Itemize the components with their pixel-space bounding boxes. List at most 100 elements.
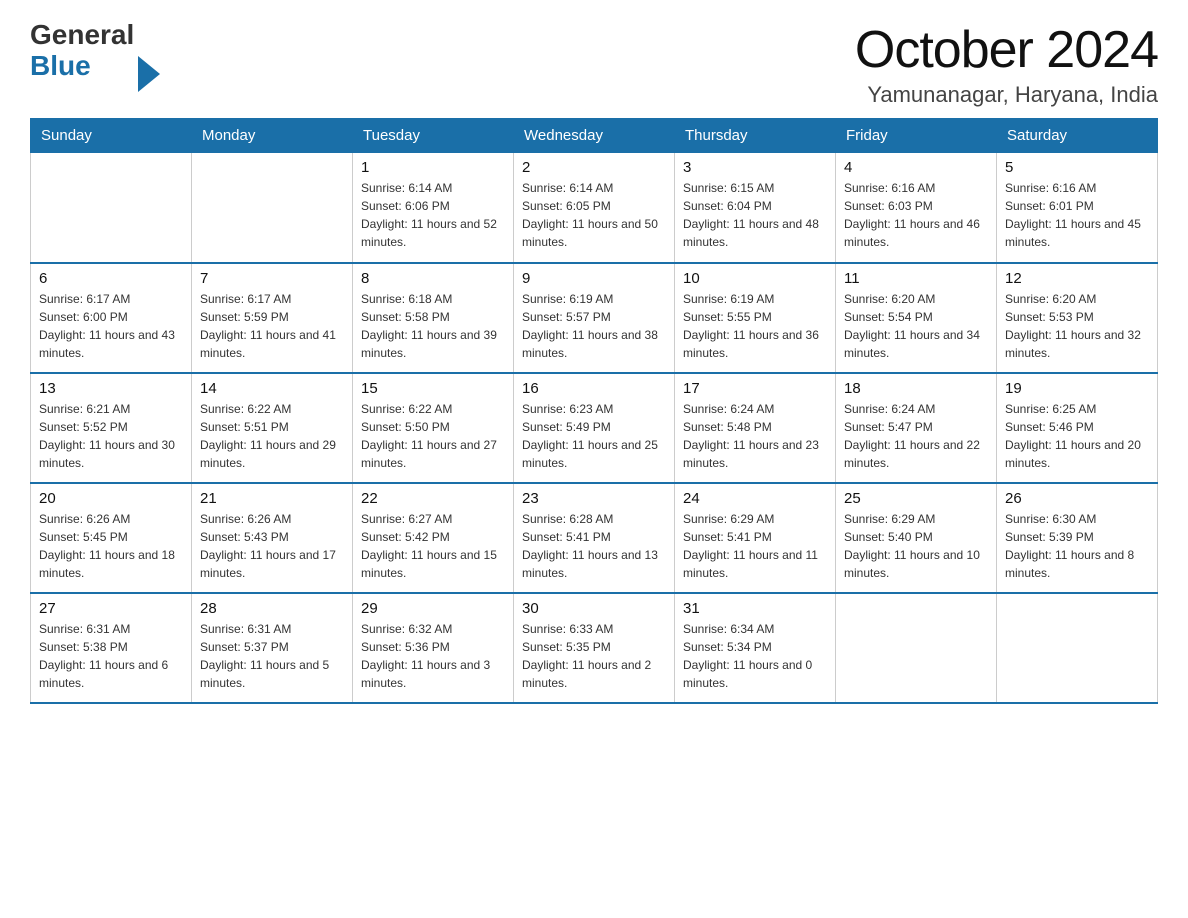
day-number: 22	[361, 490, 505, 507]
day-info: Sunrise: 6:20 AMSunset: 5:53 PMDaylight:…	[1005, 290, 1149, 362]
week-row-4: 20 Sunrise: 6:26 AMSunset: 5:45 PMDayligh…	[31, 483, 1158, 593]
day-number: 5	[1005, 159, 1149, 176]
weekday-header-wednesday: Wednesday	[514, 119, 675, 153]
day-number: 23	[522, 490, 666, 507]
calendar-cell	[997, 593, 1158, 703]
calendar-cell	[836, 593, 997, 703]
day-number: 2	[522, 159, 666, 176]
calendar-cell	[31, 153, 192, 263]
day-info: Sunrise: 6:24 AMSunset: 5:48 PMDaylight:…	[683, 400, 827, 472]
day-number: 12	[1005, 270, 1149, 287]
day-number: 18	[844, 380, 988, 397]
calendar-cell: 30 Sunrise: 6:33 AMSunset: 5:35 PMDayligh…	[514, 593, 675, 703]
calendar-cell: 25Sunrise: 6:29 AMSunset: 5:40 PMDayligh…	[836, 483, 997, 593]
day-info: Sunrise: 6:14 AMSunset: 6:06 PMDaylight:…	[361, 179, 505, 251]
day-number: 11	[844, 270, 988, 287]
day-number: 9	[522, 270, 666, 287]
calendar-cell: 15 Sunrise: 6:22 AMSunset: 5:50 PMDayligh…	[353, 373, 514, 483]
day-info: Sunrise: 6:17 AMSunset: 6:00 PMDaylight:…	[39, 290, 183, 362]
day-info: Sunrise: 6:26 AMSunset: 5:43 PMDaylight:…	[200, 510, 344, 582]
day-number: 6	[39, 270, 183, 287]
calendar-cell: 29 Sunrise: 6:32 AMSunset: 5:36 PMDayligh…	[353, 593, 514, 703]
day-info: Sunrise: 6:16 AMSunset: 6:01 PMDaylight:…	[1005, 179, 1149, 251]
day-number: 20	[39, 490, 183, 507]
calendar-cell: 10 Sunrise: 6:19 AMSunset: 5:55 PMDayligh…	[675, 263, 836, 373]
day-number: 17	[683, 380, 827, 397]
day-info: Sunrise: 6:33 AMSunset: 5:35 PMDaylight:…	[522, 620, 666, 692]
calendar-cell: 1 Sunrise: 6:14 AMSunset: 6:06 PMDaylight…	[353, 153, 514, 263]
calendar-cell: 12 Sunrise: 6:20 AMSunset: 5:53 PMDayligh…	[997, 263, 1158, 373]
day-info: Sunrise: 6:31 AMSunset: 5:38 PMDaylight:…	[39, 620, 183, 692]
logo-general: General	[30, 20, 134, 51]
day-number: 7	[200, 270, 344, 287]
day-info: Sunrise: 6:19 AMSunset: 5:57 PMDaylight:…	[522, 290, 666, 362]
day-number: 19	[1005, 380, 1149, 397]
weekday-header-monday: Monday	[192, 119, 353, 153]
day-number: 31	[683, 600, 827, 617]
day-info: Sunrise: 6:34 AMSunset: 5:34 PMDaylight:…	[683, 620, 827, 692]
calendar-cell: 23 Sunrise: 6:28 AMSunset: 5:41 PMDayligh…	[514, 483, 675, 593]
calendar-cell: 31 Sunrise: 6:34 AMSunset: 5:34 PMDayligh…	[675, 593, 836, 703]
day-number: 8	[361, 270, 505, 287]
week-row-5: 27Sunrise: 6:31 AMSunset: 5:38 PMDayligh…	[31, 593, 1158, 703]
day-info: Sunrise: 6:22 AMSunset: 5:50 PMDaylight:…	[361, 400, 505, 472]
day-number: 28	[200, 600, 344, 617]
weekday-header-saturday: Saturday	[997, 119, 1158, 153]
day-number: 24	[683, 490, 827, 507]
week-row-2: 6 Sunrise: 6:17 AMSunset: 6:00 PMDaylight…	[31, 263, 1158, 373]
calendar-cell: 24Sunrise: 6:29 AMSunset: 5:41 PMDayligh…	[675, 483, 836, 593]
weekday-header-tuesday: Tuesday	[353, 119, 514, 153]
calendar-cell: 6 Sunrise: 6:17 AMSunset: 6:00 PMDaylight…	[31, 263, 192, 373]
title-area: October 2024 Yamunanagar, Haryana, India	[855, 20, 1158, 108]
calendar-cell: 14 Sunrise: 6:22 AMSunset: 5:51 PMDayligh…	[192, 373, 353, 483]
calendar-cell: 16 Sunrise: 6:23 AMSunset: 5:49 PMDayligh…	[514, 373, 675, 483]
calendar-cell: 22 Sunrise: 6:27 AMSunset: 5:42 PMDayligh…	[353, 483, 514, 593]
calendar-cell: 4Sunrise: 6:16 AMSunset: 6:03 PMDaylight…	[836, 153, 997, 263]
location-subtitle: Yamunanagar, Haryana, India	[855, 82, 1158, 108]
calendar-cell: 19Sunrise: 6:25 AMSunset: 5:46 PMDayligh…	[997, 373, 1158, 483]
day-info: Sunrise: 6:26 AMSunset: 5:45 PMDaylight:…	[39, 510, 183, 582]
day-number: 4	[844, 159, 988, 176]
day-info: Sunrise: 6:27 AMSunset: 5:42 PMDaylight:…	[361, 510, 505, 582]
calendar-cell	[192, 153, 353, 263]
day-number: 14	[200, 380, 344, 397]
calendar-cell: 18 Sunrise: 6:24 AMSunset: 5:47 PMDayligh…	[836, 373, 997, 483]
calendar-cell: 9 Sunrise: 6:19 AMSunset: 5:57 PMDaylight…	[514, 263, 675, 373]
day-number: 10	[683, 270, 827, 287]
calendar-cell: 27Sunrise: 6:31 AMSunset: 5:38 PMDayligh…	[31, 593, 192, 703]
day-info: Sunrise: 6:23 AMSunset: 5:49 PMDaylight:…	[522, 400, 666, 472]
day-number: 30	[522, 600, 666, 617]
day-info: Sunrise: 6:21 AMSunset: 5:52 PMDaylight:…	[39, 400, 183, 472]
day-info: Sunrise: 6:24 AMSunset: 5:47 PMDaylight:…	[844, 400, 988, 472]
calendar-cell: 17 Sunrise: 6:24 AMSunset: 5:48 PMDayligh…	[675, 373, 836, 483]
day-info: Sunrise: 6:14 AMSunset: 6:05 PMDaylight:…	[522, 179, 666, 251]
day-number: 13	[39, 380, 183, 397]
day-info: Sunrise: 6:28 AMSunset: 5:41 PMDaylight:…	[522, 510, 666, 582]
day-number: 1	[361, 159, 505, 176]
day-info: Sunrise: 6:15 AMSunset: 6:04 PMDaylight:…	[683, 179, 827, 251]
logo-blue: Blue	[30, 51, 134, 82]
calendar-cell: 2 Sunrise: 6:14 AMSunset: 6:05 PMDaylight…	[514, 153, 675, 263]
weekday-header-row: SundayMondayTuesdayWednesdayThursdayFrid…	[31, 119, 1158, 153]
month-title: October 2024	[855, 20, 1158, 80]
day-number: 15	[361, 380, 505, 397]
week-row-1: 1 Sunrise: 6:14 AMSunset: 6:06 PMDaylight…	[31, 153, 1158, 263]
day-info: Sunrise: 6:20 AMSunset: 5:54 PMDaylight:…	[844, 290, 988, 362]
day-number: 29	[361, 600, 505, 617]
day-info: Sunrise: 6:19 AMSunset: 5:55 PMDaylight:…	[683, 290, 827, 362]
logo-arrow-icon	[138, 56, 160, 92]
weekday-header-friday: Friday	[836, 119, 997, 153]
day-info: Sunrise: 6:30 AMSunset: 5:39 PMDaylight:…	[1005, 510, 1149, 582]
calendar-cell: 7Sunrise: 6:17 AMSunset: 5:59 PMDaylight…	[192, 263, 353, 373]
calendar-cell: 26Sunrise: 6:30 AMSunset: 5:39 PMDayligh…	[997, 483, 1158, 593]
day-info: Sunrise: 6:32 AMSunset: 5:36 PMDaylight:…	[361, 620, 505, 692]
logo: General Blue	[30, 20, 160, 82]
day-number: 21	[200, 490, 344, 507]
weekday-header-thursday: Thursday	[675, 119, 836, 153]
day-number: 3	[683, 159, 827, 176]
calendar-cell: 11 Sunrise: 6:20 AMSunset: 5:54 PMDayligh…	[836, 263, 997, 373]
day-number: 16	[522, 380, 666, 397]
calendar-table: SundayMondayTuesdayWednesdayThursdayFrid…	[30, 118, 1158, 704]
day-number: 25	[844, 490, 988, 507]
day-info: Sunrise: 6:22 AMSunset: 5:51 PMDaylight:…	[200, 400, 344, 472]
